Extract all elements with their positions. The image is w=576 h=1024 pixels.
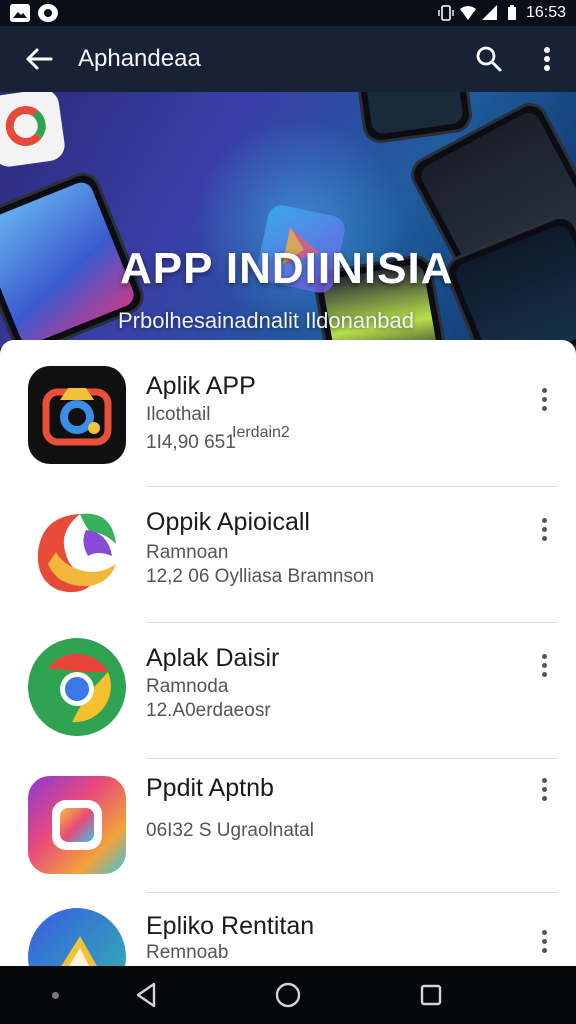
list-item[interactable]: Epliko Rentitan Remnoab [0, 896, 576, 966]
item-more-button[interactable] [532, 926, 556, 956]
page-title: Aphandeaa [78, 45, 201, 72]
app-name: Epliko Rentitan [146, 912, 315, 940]
app-developer: Ramnoan [146, 542, 229, 563]
more-vert-icon [541, 517, 547, 523]
image-icon [10, 4, 30, 22]
status-time: 16:53 [525, 4, 566, 21]
featured-banner[interactable]: APP INDIINISIA Prbolhesainadnalit Ildona… [0, 92, 576, 348]
app-developer: Ramnoda [146, 676, 229, 697]
item-more-button[interactable] [532, 774, 556, 804]
app-name: Ppdit Aptnb [146, 774, 274, 802]
more-vert-icon [541, 777, 547, 783]
banner-title: APP INDIINISIA [120, 244, 454, 293]
nav-indicator-dot [52, 992, 59, 999]
app-name: Aplak Daisir [146, 644, 280, 672]
recents-square-icon[interactable] [416, 980, 446, 1010]
signal-icon [481, 5, 497, 20]
more-vert-icon [541, 653, 547, 659]
app-bar: Aphandeaa [0, 26, 576, 92]
status-bar: 16:53 [0, 0, 576, 26]
app-list: Aplik APP Ilcothail 1I4,90 651 Ierdain2 … [0, 340, 576, 966]
list-item[interactable]: Aplak Daisir Ramnoda 12.A0erdaeosr [0, 626, 576, 762]
search-button[interactable] [460, 26, 518, 92]
app-downloads: 12.A0erdaeosr [146, 700, 271, 721]
bird-app-icon [28, 502, 126, 600]
banner-phone-top-center [355, 92, 475, 146]
banner-subtitle: Prbolhesainadnalit Ildonanbad [118, 308, 415, 333]
banner-app-tile [0, 92, 67, 169]
divider [146, 622, 558, 623]
app-name: Oppik Apioicall [146, 508, 310, 536]
app-developer: Remnoab [146, 942, 229, 963]
divider [146, 758, 558, 759]
item-more-button[interactable] [532, 650, 556, 680]
gallery-app-icon [28, 776, 126, 874]
app-developer: Ilcothail [146, 404, 211, 425]
back-triangle-icon[interactable] [132, 980, 162, 1010]
vibrate-icon [438, 5, 454, 21]
browser-app-icon [28, 638, 126, 736]
arrow-left-icon [26, 48, 53, 70]
app-downloads: 06I32 S Ugraolnatal [146, 820, 314, 841]
app-downloads: 12,2 06 Oylliasa Bramnson [146, 566, 375, 587]
overflow-menu-button[interactable] [518, 26, 576, 92]
more-vert-icon [541, 387, 547, 393]
divider [146, 486, 558, 487]
more-vert-icon [544, 47, 550, 71]
system-nav-bar [0, 966, 576, 1024]
list-item[interactable]: Oppik Apioicall Ramnoan 12,2 06 Oylliasa… [0, 490, 576, 626]
divider [146, 892, 558, 893]
home-circle-icon[interactable] [273, 980, 303, 1010]
back-button[interactable] [0, 26, 78, 92]
list-item[interactable]: Aplik APP Ilcothail 1I4,90 651 Ierdain2 [0, 358, 576, 494]
battery-icon [507, 5, 516, 20]
app-downloads: 1I4,90 651 [146, 432, 236, 453]
list-item[interactable]: Ppdit Aptnb 06I32 S Ugraolnatal [0, 762, 576, 898]
play-app-icon [28, 908, 126, 966]
app-name: Aplik APP [146, 372, 256, 400]
camera-app-icon [28, 366, 126, 464]
more-vert-icon [541, 929, 547, 935]
app-icon [38, 4, 58, 22]
wifi-icon [459, 6, 476, 20]
item-more-button[interactable] [532, 384, 556, 414]
search-icon [476, 46, 502, 72]
item-more-button[interactable] [532, 514, 556, 544]
app-extra: Ierdain2 [232, 424, 290, 441]
